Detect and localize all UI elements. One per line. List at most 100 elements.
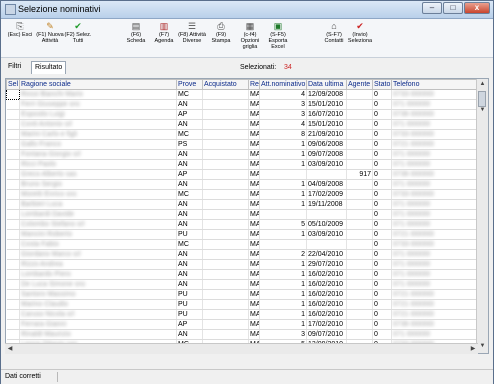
toolbar-button-2[interactable]: ✔ (F2) Selez. Tutti: [63, 21, 93, 55]
column-header[interactable]: Re: [248, 79, 260, 90]
table-cell[interactable]: [6, 169, 20, 180]
table-row[interactable]: Mancini Roberto PU MA 1 03/09/2010 0 0721 0000…: [6, 229, 478, 240]
table-row[interactable]: Santoro Massimo PU MA 1 16/02/2010 0 0721 0000…: [6, 289, 478, 300]
column-header[interactable]: Data ultima: [306, 79, 347, 90]
table-cell: PS: [176, 139, 203, 150]
table-cell[interactable]: [6, 229, 20, 240]
table-row[interactable]: Fontana Giorgio srl AN MA 1 09/07/2008 0 071 0…: [6, 149, 478, 160]
scroll-up-icon[interactable]: ▲: [477, 79, 488, 89]
table-row[interactable]: Ferri Giuseppe snc AN MA 3 15/01/2010 0 071 00…: [6, 99, 478, 110]
table-cell[interactable]: [6, 309, 20, 320]
column-header[interactable]: Telefono: [391, 79, 478, 90]
table-row[interactable]: Bruno Sergio AN MA 1 04/09/2008 0 071 000000: [6, 179, 478, 190]
table-row[interactable]: Greco Alberto sas AP MA 917 0 0736 000000: [6, 169, 478, 180]
horizontal-scrollbar[interactable]: ◀ ▶: [5, 343, 478, 354]
table-row[interactable]: Moretti Enrico snc MC MA 1 17/02/2009 0 0733 0…: [6, 189, 478, 200]
table-cell[interactable]: [6, 119, 20, 130]
table-cell: 0736 000000: [391, 319, 478, 330]
table-row[interactable]: Ricci Paolo AN MA 1 03/09/2010 0 071 000000: [6, 159, 478, 170]
column-header[interactable]: Att.nominativo: [259, 79, 307, 90]
tab-risultato[interactable]: Risultato: [31, 61, 67, 74]
table-cell: 3: [259, 329, 307, 340]
column-header[interactable]: Acquistato: [202, 79, 249, 90]
table-row[interactable]: Ferrara Gianni AP MA 1 17/02/2010 0 0736 00000…: [6, 319, 478, 330]
table-cell[interactable]: [6, 139, 20, 150]
table-row[interactable]: Marini Carlo e figli MC MA 8 21/09/2010 0 0733…: [6, 129, 478, 140]
table-cell[interactable]: [6, 199, 20, 210]
results-grid: Sel Ragione sociale Prove Acquistato Re Att.n…: [5, 78, 489, 354]
table-cell[interactable]: [6, 179, 20, 190]
table-cell[interactable]: [6, 259, 20, 270]
table-row[interactable]: Conti Antonio srl AN MA 4 15/01/2010 0 071 000…: [6, 119, 478, 130]
minimize-button[interactable]: –: [422, 2, 442, 14]
toolbar-button-6[interactable]: ⎙ (F9) Stampa: [206, 21, 236, 55]
table-cell[interactable]: [6, 209, 20, 220]
table-cell: AN: [176, 279, 203, 290]
toolbar-button-5[interactable]: ☰ (F8) Attività Diverse: [177, 21, 207, 55]
toolbar-button-1[interactable]: ✎ (F1) Nuova Attività: [35, 21, 65, 55]
table-cell[interactable]: [6, 279, 20, 290]
table-cell[interactable]: [6, 219, 20, 230]
table-row[interactable]: Caruso Nicola srl PU MA 1 16/02/2010 0 0721 00…: [6, 309, 478, 320]
table-cell: [202, 299, 249, 310]
table-cell: Gallo Franco: [19, 139, 177, 150]
table-cell[interactable]: [6, 149, 20, 160]
table-cell: 09/07/2008: [306, 149, 347, 160]
table-row[interactable]: Rizzo Andrea AN MA 1 29/07/2010 0 071 000000: [6, 259, 478, 270]
table-cell: 1: [259, 149, 307, 160]
table-cell[interactable]: [6, 99, 20, 110]
title-bar: Selezione nominativi – □ x: [1, 1, 493, 19]
table-row[interactable]: Rossi Bianchi Mario MC MA 4 12/09/2008 0 0733 …: [6, 89, 478, 100]
table-row[interactable]: Costa Fabio MC MA 0 0733 000000: [6, 239, 478, 250]
table-cell: MA: [248, 289, 260, 300]
table-cell[interactable]: [6, 89, 20, 100]
scroll-right-icon[interactable]: ▶: [468, 344, 478, 354]
window-title: Selezione nominativi: [18, 4, 101, 14]
table-cell[interactable]: [6, 189, 20, 200]
table-row[interactable]: Colombo Stefano srl AN MA 5 05/10/2009 0 071 0…: [6, 219, 478, 230]
table-cell[interactable]: [6, 329, 20, 340]
table-row[interactable]: Rinaldi Maurizio AN MA 3 09/07/2010 0 071 0000…: [6, 329, 478, 340]
tab-filtri[interactable]: Filtri: [5, 61, 24, 73]
maximize-button[interactable]: □: [443, 2, 463, 14]
table-row[interactable]: Giordano Marco srl AN MA 2 22/04/2010 0 071 00…: [6, 249, 478, 260]
scroll-down-icon[interactable]: ▼: [477, 341, 488, 351]
toolbar-button-0[interactable]: ⎘ (Esc) Esci: [5, 21, 35, 55]
table-row[interactable]: Marino Claudio PU MA 1 16/02/2010 0 0721 00000…: [6, 299, 478, 310]
close-button[interactable]: x: [464, 2, 490, 14]
toolbar-button-10[interactable]: ✔ (Invio) Seleziona: [345, 21, 375, 55]
vertical-scrollbar[interactable]: ▲ ▼ ▼: [476, 79, 488, 353]
table-row[interactable]: De Luca Simone snc AN MA 1 16/02/2010 0 071 00…: [6, 279, 478, 290]
column-header[interactable]: Stato: [372, 79, 392, 90]
toolbar-button-7[interactable]: ▦ (c-f4) Opzioni griglia: [235, 21, 265, 55]
scroll-down-small-icon[interactable]: ▼: [477, 105, 488, 115]
column-header[interactable]: Agente: [346, 79, 373, 90]
table-cell: [346, 149, 373, 160]
toolbar-button-3[interactable]: ▤ (F6) Scheda: [121, 21, 151, 55]
table-cell: 071 000000: [391, 159, 478, 170]
table-row[interactable]: Lombardi Davide AN MA 0 071 000000: [6, 209, 478, 220]
table-row[interactable]: Lombardo Piero AN MA 1 16/02/2010 0 071 000000: [6, 269, 478, 280]
new-doc-icon: ✎: [46, 21, 54, 31]
column-header[interactable]: Prove: [176, 79, 203, 90]
table-cell[interactable]: [6, 319, 20, 330]
table-cell[interactable]: [6, 299, 20, 310]
toolbar-button-8[interactable]: ▣ (S-F5) Esporta Excel: [263, 21, 293, 55]
toolbar-button-4[interactable]: ▥ (F7) Agenda: [149, 21, 179, 55]
table-row[interactable]: Barbieri Luca AN MA 1 19/11/2008 0 071 000000: [6, 199, 478, 210]
table-row[interactable]: Gallo Franco PS MA 1 09/06/2008 0 0721 000000: [6, 139, 478, 150]
table-cell[interactable]: [6, 239, 20, 250]
table-cell[interactable]: [6, 159, 20, 170]
table-cell[interactable]: [6, 249, 20, 260]
table-cell[interactable]: [6, 269, 20, 280]
table-cell: Lombardi Davide: [19, 209, 177, 220]
status-text: Dati corretti: [5, 373, 41, 380]
table-cell[interactable]: [6, 109, 20, 120]
table-cell: 4: [259, 89, 307, 100]
table-row[interactable]: Esposito Luigi AP MA 3 16/07/2010 0 0736 00000…: [6, 109, 478, 120]
scroll-left-icon[interactable]: ◀: [5, 344, 15, 354]
column-header[interactable]: Sel: [6, 79, 20, 90]
column-header[interactable]: Ragione sociale: [19, 79, 177, 90]
table-cell[interactable]: [6, 129, 20, 140]
table-cell[interactable]: [6, 289, 20, 300]
